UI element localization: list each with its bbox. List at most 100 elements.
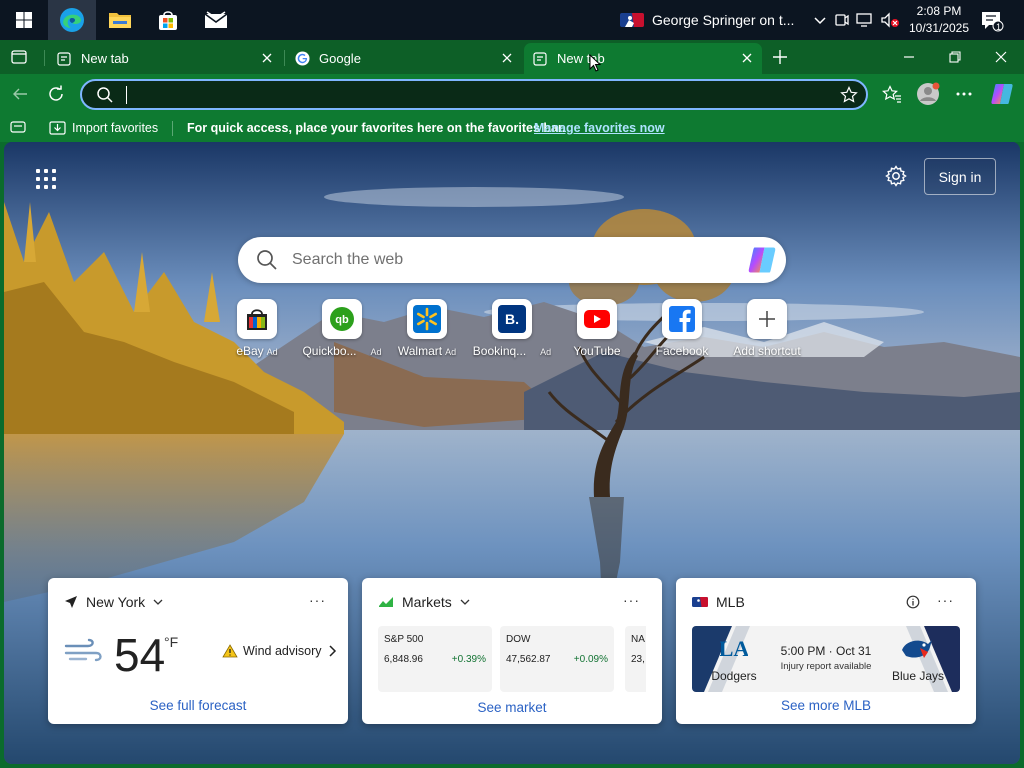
- restore-button[interactable]: [932, 40, 978, 74]
- more-icon: [956, 92, 972, 96]
- close-window-button[interactable]: [978, 40, 1024, 74]
- taskbar-edge-button[interactable]: [48, 0, 96, 40]
- copilot-icon[interactable]: [746, 245, 778, 275]
- shortcut-walmart[interactable]: Walmart Ad: [384, 299, 470, 358]
- shortcut-booking[interactable]: B. Bookinq... Ad: [469, 299, 555, 358]
- network-icon[interactable]: [856, 12, 874, 28]
- apps-dot: [52, 169, 56, 173]
- tab-actions-button[interactable]: [8, 48, 30, 66]
- weather-card[interactable]: New York ··· 54 °F Wind advisory See ful…: [48, 578, 348, 724]
- taskbar-store-button[interactable]: [144, 0, 192, 40]
- apps-launcher-button[interactable]: [30, 164, 62, 194]
- news-ticker[interactable]: George Springer on t...: [620, 0, 794, 40]
- apps-dot: [44, 169, 48, 173]
- back-button[interactable]: [4, 78, 36, 110]
- market-item-dow[interactable]: DOW 47,562.87 +0.09%: [500, 626, 614, 692]
- weather-forecast-link[interactable]: See full forecast: [48, 698, 348, 713]
- windows-icon: [16, 12, 32, 28]
- address-input[interactable]: [135, 86, 825, 103]
- market-item-sp500[interactable]: S&P 500 6,848.96 +0.39%: [378, 626, 492, 692]
- taskbar-explorer-button[interactable]: [96, 0, 144, 40]
- mlb-card[interactable]: MLB ··· LA Dodgers 5:00 PM · Oct 31 Inju…: [676, 578, 976, 724]
- weather-advisory[interactable]: Wind advisory: [222, 644, 337, 658]
- tab-actions-icon: [11, 50, 27, 64]
- apps-dot: [36, 185, 40, 189]
- apps-dot: [44, 177, 48, 181]
- tab-close-icon[interactable]: [740, 51, 754, 65]
- tab-close-icon[interactable]: [260, 51, 274, 65]
- back-arrow-icon: [13, 88, 27, 100]
- weather-header[interactable]: New York: [64, 594, 163, 610]
- quickbooks-icon: qb: [322, 299, 362, 339]
- markets-card[interactable]: Markets ··· S&P 500 6,848.96 +0.39% DOW …: [362, 578, 662, 724]
- tab-separator: [44, 50, 45, 66]
- dodgers-logo-icon: LA: [720, 636, 748, 661]
- game-info: Injury report available: [780, 661, 872, 672]
- shortcut-quickbooks[interactable]: qb Quickbo... Ad: [299, 299, 385, 358]
- new-tab-button[interactable]: [768, 46, 792, 68]
- copilot-button[interactable]: [986, 78, 1018, 110]
- apps-dot: [44, 185, 48, 189]
- google-favicon-icon: [294, 51, 310, 67]
- shortcut-youtube[interactable]: YouTube: [554, 299, 640, 358]
- mlb-game[interactable]: LA Dodgers 5:00 PM · Oct 31 Injury repor…: [692, 626, 960, 692]
- import-favorites-button[interactable]: Import favorites: [49, 120, 158, 135]
- favorites-bar-toggle[interactable]: [10, 120, 26, 134]
- copilot-icon: [991, 84, 1013, 104]
- mlb-header: MLB: [692, 594, 745, 610]
- notification-count: 1: [995, 22, 1001, 32]
- apps-dot: [36, 169, 40, 173]
- minimize-button[interactable]: [886, 40, 932, 74]
- tab-google[interactable]: Google: [286, 43, 522, 74]
- meet-icon[interactable]: [834, 12, 850, 28]
- warning-icon: [222, 644, 238, 658]
- profile-button[interactable]: [912, 78, 944, 110]
- tab-new-tab-active[interactable]: New tab: [524, 43, 762, 74]
- shortcut-add[interactable]: Add shortcut: [724, 299, 810, 358]
- chevron-up-icon[interactable]: [812, 12, 828, 28]
- taskbar-mail-button[interactable]: [192, 0, 240, 40]
- page-settings-button[interactable]: [880, 160, 912, 192]
- market-item-nasdaq[interactable]: NA 23,: [625, 626, 646, 692]
- favorites-prompt-text: For quick access, place your favorites h…: [187, 121, 566, 135]
- start-button[interactable]: [0, 0, 48, 40]
- manage-favorites-link[interactable]: Manage favorites now: [534, 121, 665, 135]
- favorites-button[interactable]: [876, 78, 908, 110]
- svg-text:qb: qb: [335, 314, 349, 326]
- search-placeholder: Search the web: [292, 251, 404, 268]
- market-value: 47,562.87: [506, 654, 551, 665]
- mlb-more-button[interactable]: ···: [937, 592, 954, 608]
- refresh-icon: [49, 85, 63, 101]
- see-more-mlb-link[interactable]: See more MLB: [676, 698, 976, 713]
- search-icon: [257, 250, 277, 270]
- tab-title: Google: [319, 51, 361, 66]
- shortcut-facebook[interactable]: Facebook: [639, 299, 725, 358]
- chevron-down-icon: [153, 599, 163, 605]
- notification-center-button[interactable]: 1: [978, 8, 1006, 34]
- star-icon[interactable]: [840, 86, 858, 104]
- address-bar[interactable]: [80, 79, 868, 110]
- svg-text:LA: LA: [720, 636, 748, 661]
- ad-badge: Ad: [540, 347, 552, 357]
- weather-more-button[interactable]: ···: [309, 592, 326, 608]
- sign-in-button[interactable]: Sign in: [924, 158, 996, 195]
- info-icon[interactable]: [906, 595, 920, 609]
- market-name: NA: [631, 634, 645, 645]
- tab-separator: [284, 50, 285, 66]
- game-time: 5:00 PM · Oct 31: [780, 644, 872, 658]
- settings-more-button[interactable]: [948, 78, 980, 110]
- tab-new-tab-1[interactable]: New tab: [48, 43, 282, 74]
- away-team-name: Blue Jays: [891, 669, 945, 683]
- web-search-box[interactable]: Search the web: [238, 237, 786, 283]
- shortcut-title: Quickbo...: [302, 344, 357, 358]
- volume-muted-icon[interactable]: [880, 12, 900, 28]
- clock[interactable]: 2:08 PM 10/31/2025: [904, 3, 974, 37]
- see-market-link[interactable]: See market: [362, 700, 662, 715]
- clock-date: 10/31/2025: [908, 21, 970, 35]
- shortcut-label: YouTube: [554, 344, 640, 358]
- shortcut-ebay[interactable]: eBay Ad: [214, 299, 300, 358]
- tab-close-icon[interactable]: [500, 51, 514, 65]
- mlb-logo-icon: [620, 13, 644, 27]
- chevron-right-icon: [328, 645, 336, 657]
- refresh-button[interactable]: [40, 78, 72, 110]
